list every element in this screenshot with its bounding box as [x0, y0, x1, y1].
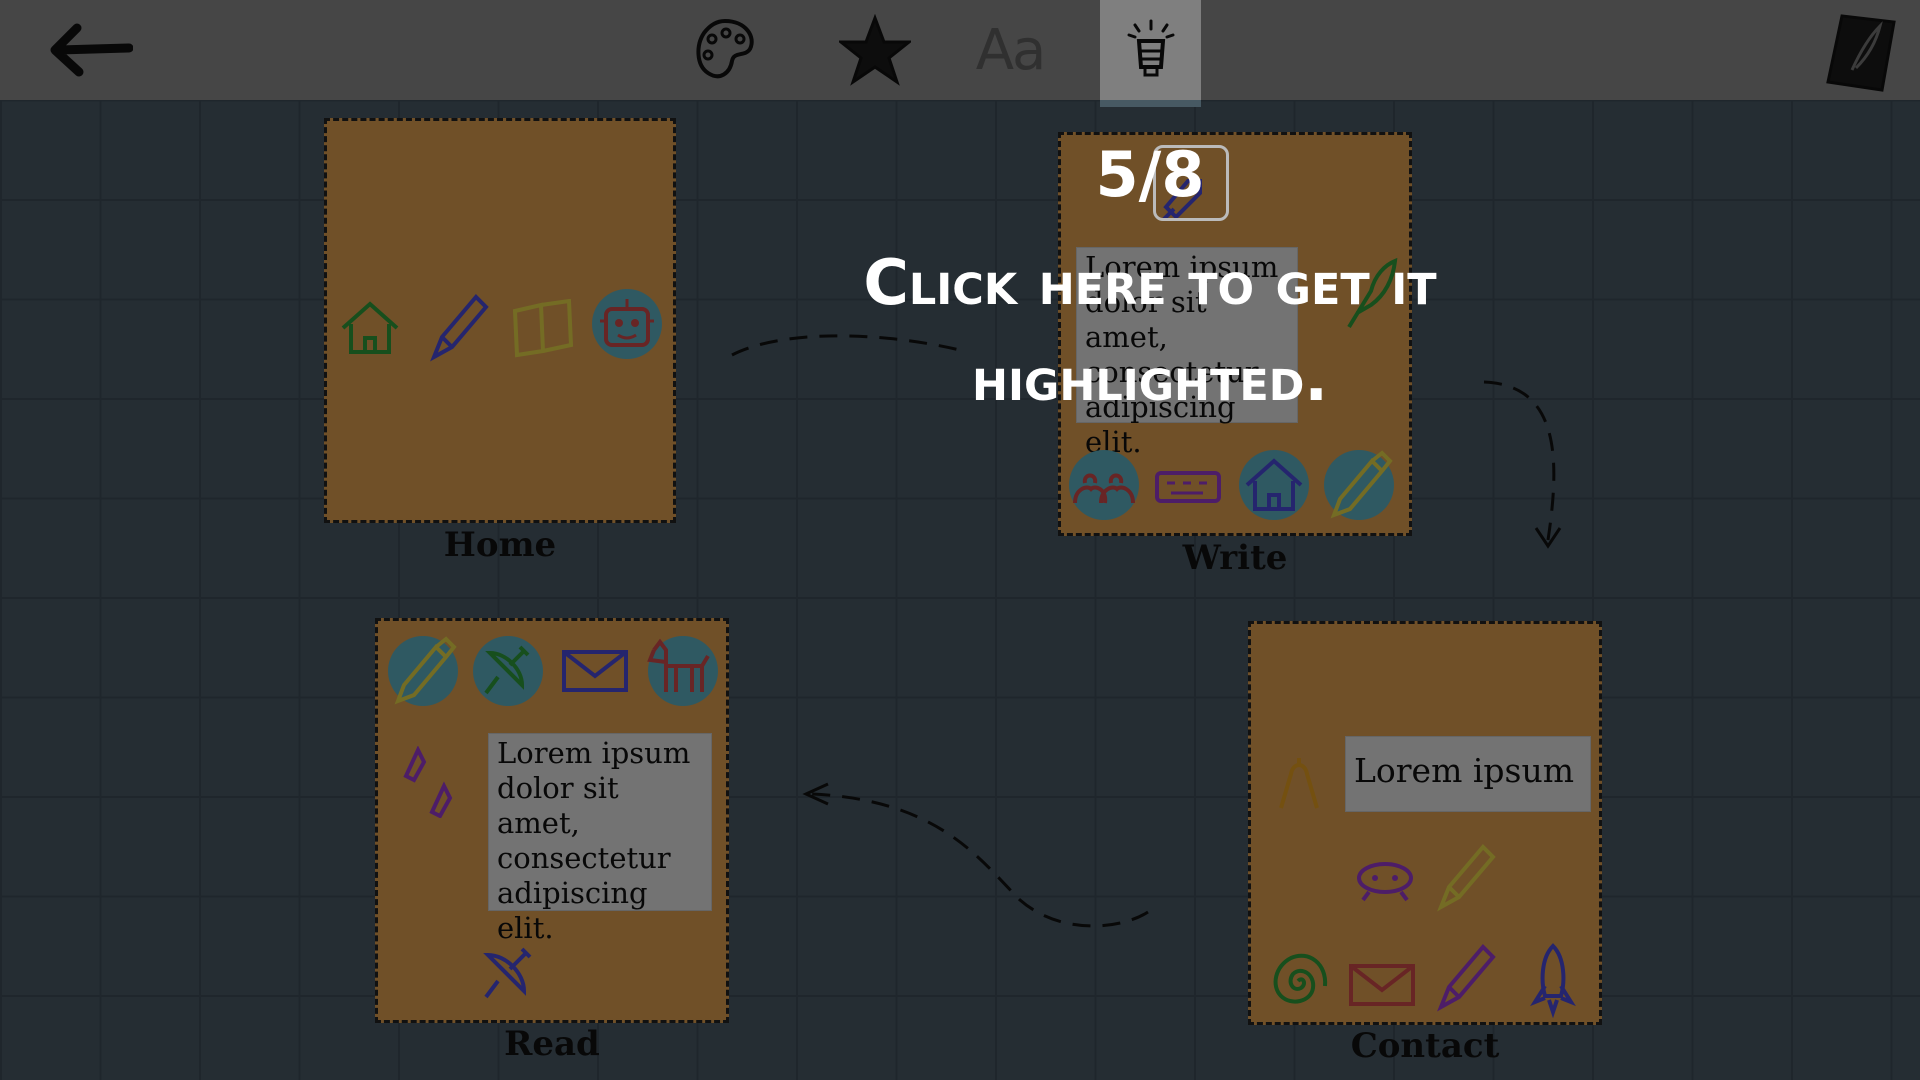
tutorial-message[interactable]: Click here to get it highlighted. [820, 235, 1480, 427]
tutorial-overlay[interactable] [0, 0, 1920, 1080]
tutorial-step-counter: 5/8 [1095, 138, 1205, 211]
